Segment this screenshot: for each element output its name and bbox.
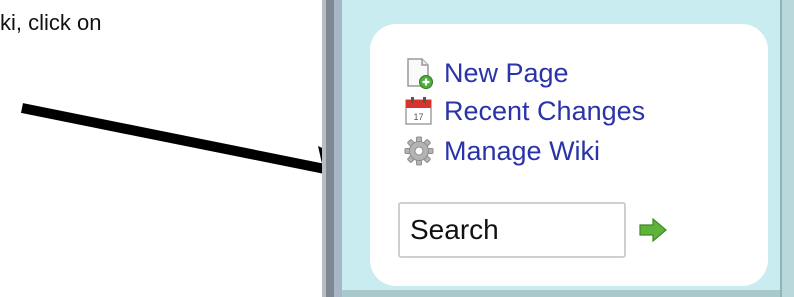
new-page-icon	[404, 58, 434, 89]
new-page-link[interactable]: New Page	[404, 56, 569, 90]
wiki-tools-panel: New Page 17 Recent Changes Manage Wiki S…	[370, 24, 768, 286]
sidebar-right-edge	[780, 0, 794, 297]
calendar-icon: 17	[404, 96, 434, 126]
search-input[interactable]	[398, 202, 626, 258]
manage-wiki-link[interactable]: Manage Wiki	[404, 134, 600, 168]
calendar-day-text: 17	[413, 112, 423, 122]
window-frame-border	[326, 0, 334, 297]
sidebar-bottom-border	[342, 290, 794, 297]
recent-changes-link[interactable]: 17 Recent Changes	[404, 94, 645, 128]
manage-wiki-label: Manage Wiki	[444, 135, 601, 166]
new-page-label: New Page	[444, 57, 569, 88]
recent-changes-label: Recent Changes	[444, 95, 646, 126]
window-frame-inner	[334, 0, 342, 297]
gear-icon	[404, 136, 434, 166]
arrow-right-icon[interactable]	[638, 217, 668, 247]
